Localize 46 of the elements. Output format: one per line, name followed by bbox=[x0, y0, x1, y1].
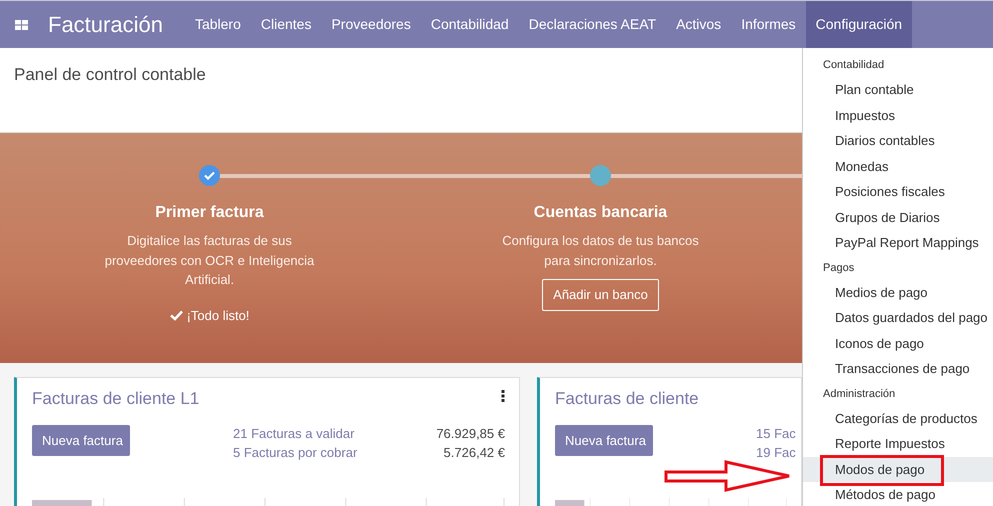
step-title: Primer factura bbox=[155, 203, 264, 223]
card-title[interactable]: Facturas de cliente bbox=[555, 386, 699, 412]
dropdown-menu-item[interactable]: Impuestos bbox=[803, 102, 993, 128]
nav-menu-item[interactable]: Activos bbox=[666, 1, 732, 48]
nav-menu-item[interactable]: Clientes bbox=[250, 1, 322, 48]
step-title: Cuentas bancaria bbox=[534, 203, 668, 223]
new-invoice-button[interactable]: Nueva factura bbox=[555, 424, 653, 456]
step-description: Digitalice las facturas de sus proveedores con OCR e Inteligencia Artificial. bbox=[104, 232, 316, 289]
invoice-count-link[interactable]: 21 Facturas a validar bbox=[233, 424, 354, 442]
step-status: ¡Todo listo! bbox=[186, 306, 250, 324]
dropdown-menu-item[interactable]: Diarios contables bbox=[803, 128, 993, 154]
new-invoice-button[interactable]: Nueva factura bbox=[32, 424, 130, 456]
card-title[interactable]: Facturas de cliente L1 bbox=[32, 386, 200, 412]
nav-menu-item[interactable]: Declaraciones AEAT bbox=[518, 1, 666, 48]
menu-section-header: Administración bbox=[822, 386, 896, 402]
dropdown-menu-item[interactable]: Transacciones de pago bbox=[803, 356, 993, 382]
nav-menu-item[interactable]: Configuración bbox=[806, 1, 912, 48]
add-bank-button[interactable]: Añadir un banco bbox=[542, 279, 659, 310]
menu-section-header: Pagos bbox=[822, 260, 856, 276]
nav-menu-item[interactable]: Tablero bbox=[184, 1, 251, 48]
dropdown-menu-item[interactable]: PayPal Report Mappings bbox=[803, 230, 993, 256]
nav-menu-item[interactable]: Informes bbox=[731, 1, 806, 48]
nav-menu-item[interactable]: Proveedores bbox=[321, 1, 421, 48]
dropdown-menu-item[interactable]: Monedas bbox=[803, 154, 993, 179]
dropdown-menu-item[interactable]: Reporte Impuestos bbox=[803, 431, 993, 456]
app-title: Facturación bbox=[48, 11, 163, 39]
step-description: Configura los datos de tus bancos para sincronizarlos. bbox=[501, 232, 700, 270]
check-icon bbox=[170, 310, 183, 321]
invoice-count-link[interactable]: 15 Fac bbox=[756, 424, 796, 442]
invoice-count-link[interactable]: 5 Facturas por cobrar bbox=[233, 442, 358, 462]
dropdown-menu-item[interactable]: Posiciones fiscales bbox=[803, 179, 993, 204]
dropdown-menu-item[interactable]: Grupos de Diarios bbox=[803, 204, 993, 230]
nav-menu-item[interactable]: Contabilidad bbox=[420, 1, 519, 48]
invoice-count-link[interactable]: 19 Fac bbox=[756, 442, 796, 462]
dropdown-menu-item[interactable]: Datos guardados del pago bbox=[803, 305, 993, 330]
invoice-amount: 5.726,42 € bbox=[444, 444, 505, 462]
apps-menu-icon[interactable] bbox=[14, 18, 30, 30]
dropdown-menu-item[interactable]: Categorías de productos bbox=[803, 406, 993, 431]
dropdown-menu-item[interactable]: Plan contable bbox=[803, 77, 993, 102]
menu-section-header: Contabilidad bbox=[822, 58, 886, 73]
dropdown-menu-item[interactable]: Métodos de pago bbox=[803, 482, 993, 506]
dropdown-menu-item[interactable]: Medios de pago bbox=[803, 280, 993, 305]
page-title: Panel de control contable bbox=[14, 64, 206, 86]
invoice-amount: 76.929,85 € bbox=[436, 424, 505, 442]
dropdown-menu-item[interactable]: Iconos de pago bbox=[803, 330, 993, 356]
kebab-menu-icon[interactable] bbox=[501, 390, 505, 402]
